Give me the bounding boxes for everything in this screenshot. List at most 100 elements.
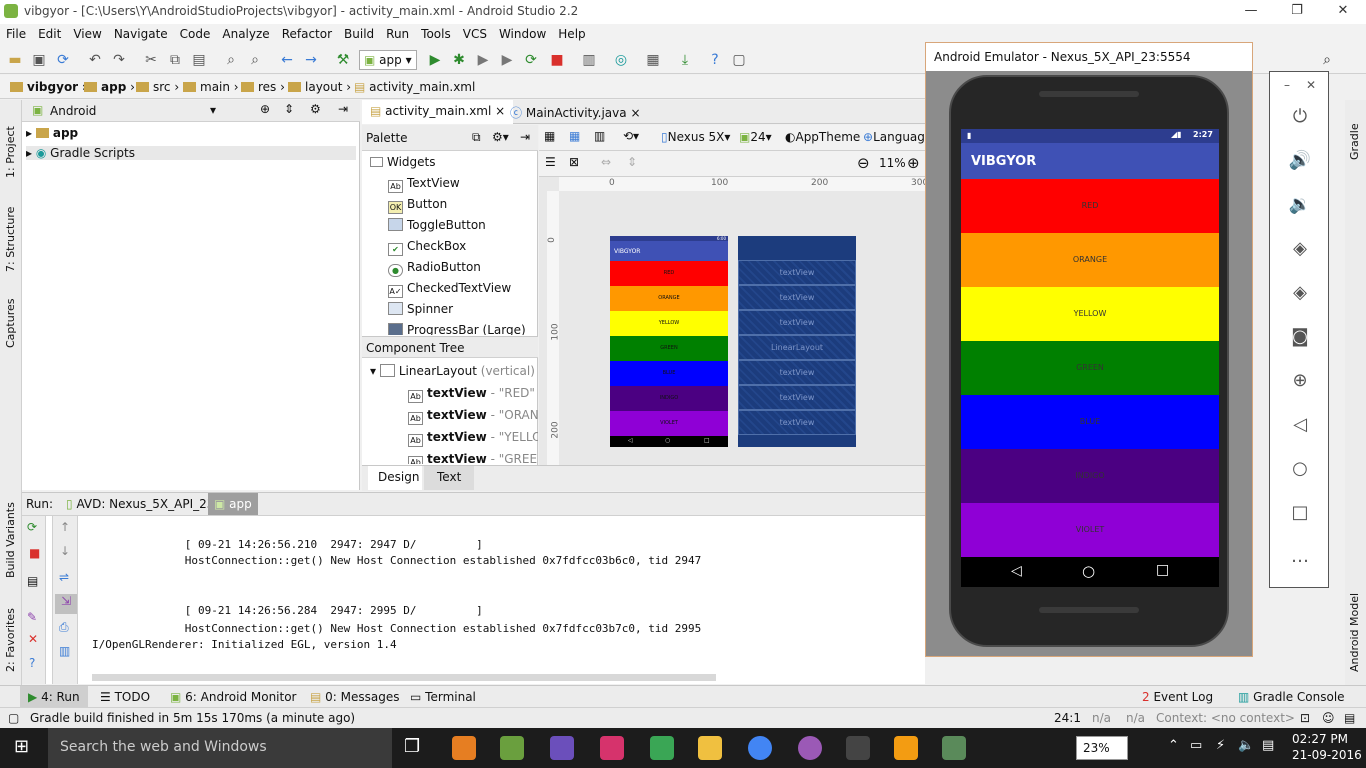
forward-icon[interactable]: → bbox=[302, 51, 320, 69]
event-icon[interactable]: ▤ bbox=[1344, 711, 1355, 725]
sdk-manager-icon[interactable]: ⤓ bbox=[676, 51, 694, 69]
overview-icon[interactable]: □ bbox=[1284, 498, 1316, 530]
stop-icon[interactable]: ■ bbox=[29, 546, 40, 560]
palette-item-radiobutton[interactable]: ● RadioButton bbox=[388, 260, 481, 277]
blueprint-textview[interactable]: textView bbox=[738, 360, 856, 385]
make-project-icon[interactable]: ⚒ bbox=[334, 51, 352, 69]
crumb-app[interactable]: app › bbox=[84, 80, 135, 94]
sync-icon[interactable]: ⟳ bbox=[54, 51, 72, 69]
run-icon[interactable]: ▶ bbox=[426, 51, 444, 69]
volume-up-icon[interactable]: 🔊 bbox=[1284, 146, 1316, 178]
app-icon[interactable] bbox=[798, 736, 822, 760]
camera-icon[interactable]: ◙ bbox=[1284, 322, 1316, 354]
palette-settings-icon[interactable]: ⚙▾ bbox=[492, 130, 509, 144]
status-toggle-icon[interactable]: ▢ bbox=[8, 711, 19, 725]
palette-group-widgets[interactable]: Widgets bbox=[370, 155, 436, 169]
taskbar-date[interactable]: 21-09-2016 bbox=[1292, 748, 1362, 762]
blueprint-icon[interactable]: ▦ bbox=[569, 129, 580, 143]
close-button[interactable]: ✕ bbox=[1320, 0, 1366, 24]
open-folder-icon[interactable]: ▬ bbox=[6, 51, 24, 69]
crumb-res[interactable]: res › bbox=[241, 80, 285, 94]
blueprint-textview[interactable]: textView bbox=[738, 310, 856, 335]
palette-item-button[interactable]: OK Button bbox=[388, 197, 447, 214]
zoom-in-icon[interactable]: ⊕ bbox=[907, 154, 920, 172]
pin-icon[interactable]: ✎ bbox=[27, 610, 37, 624]
windows-start-icon[interactable]: ⊞ bbox=[14, 736, 29, 757]
rotate-left-icon[interactable]: ◈ bbox=[1284, 234, 1316, 266]
taskbar-time[interactable]: 02:27 PM bbox=[1292, 732, 1348, 746]
menu-file[interactable]: File bbox=[0, 24, 32, 41]
home-icon[interactable]: ○ bbox=[1284, 454, 1316, 486]
crumb-main[interactable]: main › bbox=[183, 80, 239, 94]
autoconnect-icon[interactable]: ⊠ bbox=[569, 155, 579, 169]
coverage-icon[interactable]: ▶ bbox=[474, 51, 492, 69]
app-icon[interactable] bbox=[894, 736, 918, 760]
sync-gradle-icon[interactable]: ◎ bbox=[612, 51, 630, 69]
preview-band-orange[interactable]: ORANGE bbox=[610, 286, 728, 311]
lock-icon[interactable]: ⊡ bbox=[1300, 711, 1310, 725]
menu-navigate[interactable]: Navigate bbox=[108, 24, 174, 41]
rotate-right-icon[interactable]: ◈ bbox=[1284, 278, 1316, 310]
app-icon[interactable] bbox=[600, 736, 624, 760]
preview-band-yellow[interactable]: YELLOW bbox=[610, 311, 728, 336]
band-red[interactable]: RED bbox=[961, 179, 1219, 233]
help-icon[interactable]: ? bbox=[706, 51, 724, 69]
palette-layout-icon[interactable]: ⧉ bbox=[472, 130, 481, 145]
locate-icon[interactable]: ⊕ bbox=[260, 102, 270, 116]
menu-refactor[interactable]: Refactor bbox=[276, 24, 338, 41]
layout-icon[interactable]: ▤ bbox=[27, 574, 38, 588]
copy-icon[interactable]: ⧉ bbox=[166, 51, 184, 69]
collapse-icon[interactable]: ⇕ bbox=[284, 102, 294, 116]
cut-icon[interactable]: ✂ bbox=[142, 51, 160, 69]
scroll-to-end-icon[interactable]: ⇲ bbox=[55, 594, 77, 614]
blueprint-textview[interactable]: textView bbox=[738, 410, 856, 435]
preview-band-blue[interactable]: BLUE bbox=[610, 361, 728, 386]
scroll-down-icon[interactable]: ↓ bbox=[60, 544, 70, 558]
media-player-icon[interactable] bbox=[452, 736, 476, 760]
profile-icon[interactable]: ▶ bbox=[498, 51, 516, 69]
tool-terminal[interactable]: ▭ Terminal bbox=[410, 690, 476, 704]
emulator-screen[interactable]: ▮ ◢▮ 2:27 VIBGYOR RED ORANGE YELLOW GREEN … bbox=[961, 129, 1219, 587]
tree-node-textview[interactable]: AbtextView - "GREEN" bbox=[408, 452, 538, 464]
structure-tool-tab[interactable]: 7: Structure bbox=[4, 207, 17, 272]
build-variants-tool-tab[interactable]: Build Variants bbox=[4, 502, 17, 578]
help-icon[interactable]: ? bbox=[29, 656, 35, 670]
emu-close-icon[interactable]: ✕ bbox=[1306, 78, 1316, 92]
tab-main-activity-java[interactable]: ⓒ MainActivity.java × bbox=[502, 100, 649, 124]
minimize-button[interactable]: — bbox=[1228, 0, 1274, 24]
print-icon[interactable]: ⎙ bbox=[59, 620, 69, 635]
debug-icon[interactable]: ✱ bbox=[450, 51, 468, 69]
save-icon[interactable]: ▣ bbox=[30, 51, 48, 69]
chrome-icon[interactable] bbox=[748, 736, 772, 760]
paste-icon[interactable]: ▤ bbox=[190, 51, 208, 69]
undo-icon[interactable]: ↶ bbox=[86, 51, 104, 69]
volume-down-icon[interactable]: 🔉 bbox=[1284, 190, 1316, 222]
recents-icon[interactable]: □ bbox=[1156, 562, 1169, 578]
soft-wrap-icon[interactable]: ⇌ bbox=[59, 570, 69, 584]
app-icon[interactable] bbox=[942, 736, 966, 760]
volume-icon[interactable]: 🔈 bbox=[1238, 738, 1254, 753]
device-dropdown[interactable]: ▯Nexus 5X▾ bbox=[661, 130, 730, 144]
hide-icon[interactable]: ⇥ bbox=[338, 102, 348, 116]
palette-item-togglebutton[interactable]: ToggleButton bbox=[388, 218, 486, 232]
api-dropdown[interactable]: ▣24▾ bbox=[739, 130, 772, 144]
blueprint-textview[interactable]: textView bbox=[738, 285, 856, 310]
preview-band-green[interactable]: GREEN bbox=[610, 336, 728, 361]
design-surface-icon[interactable]: ▦ bbox=[544, 129, 555, 143]
android-model-tool-tab[interactable]: Android Model bbox=[1348, 593, 1361, 672]
menu-edit[interactable]: Edit bbox=[32, 24, 67, 41]
tab-activity-main-xml[interactable]: ▤ activity_main.xml × bbox=[362, 100, 514, 124]
network-icon[interactable]: ⚡ bbox=[1216, 738, 1225, 753]
android-studio-taskbar-icon[interactable] bbox=[500, 736, 524, 760]
menu-vcs[interactable]: VCS bbox=[457, 24, 493, 41]
caret-position[interactable]: 24:1 bbox=[1054, 711, 1081, 725]
tree-node-linearlayout[interactable]: ▾ LinearLayout (vertical) bbox=[370, 364, 535, 378]
blueprint-textview[interactable]: LinearLayout bbox=[738, 335, 856, 360]
design-preview[interactable]: 6:00 VIBGYOR RED ORANGE YELLOW GREEN BLU… bbox=[610, 236, 728, 447]
home-icon[interactable]: ○ bbox=[1082, 562, 1095, 580]
preview-band-red[interactable]: RED bbox=[610, 261, 728, 286]
app-icon[interactable] bbox=[550, 736, 574, 760]
band-violet[interactable]: VIOLET bbox=[961, 503, 1219, 557]
project-structure-icon[interactable]: ▦ bbox=[644, 51, 662, 69]
power-icon[interactable]: ⏻ bbox=[1284, 102, 1316, 134]
